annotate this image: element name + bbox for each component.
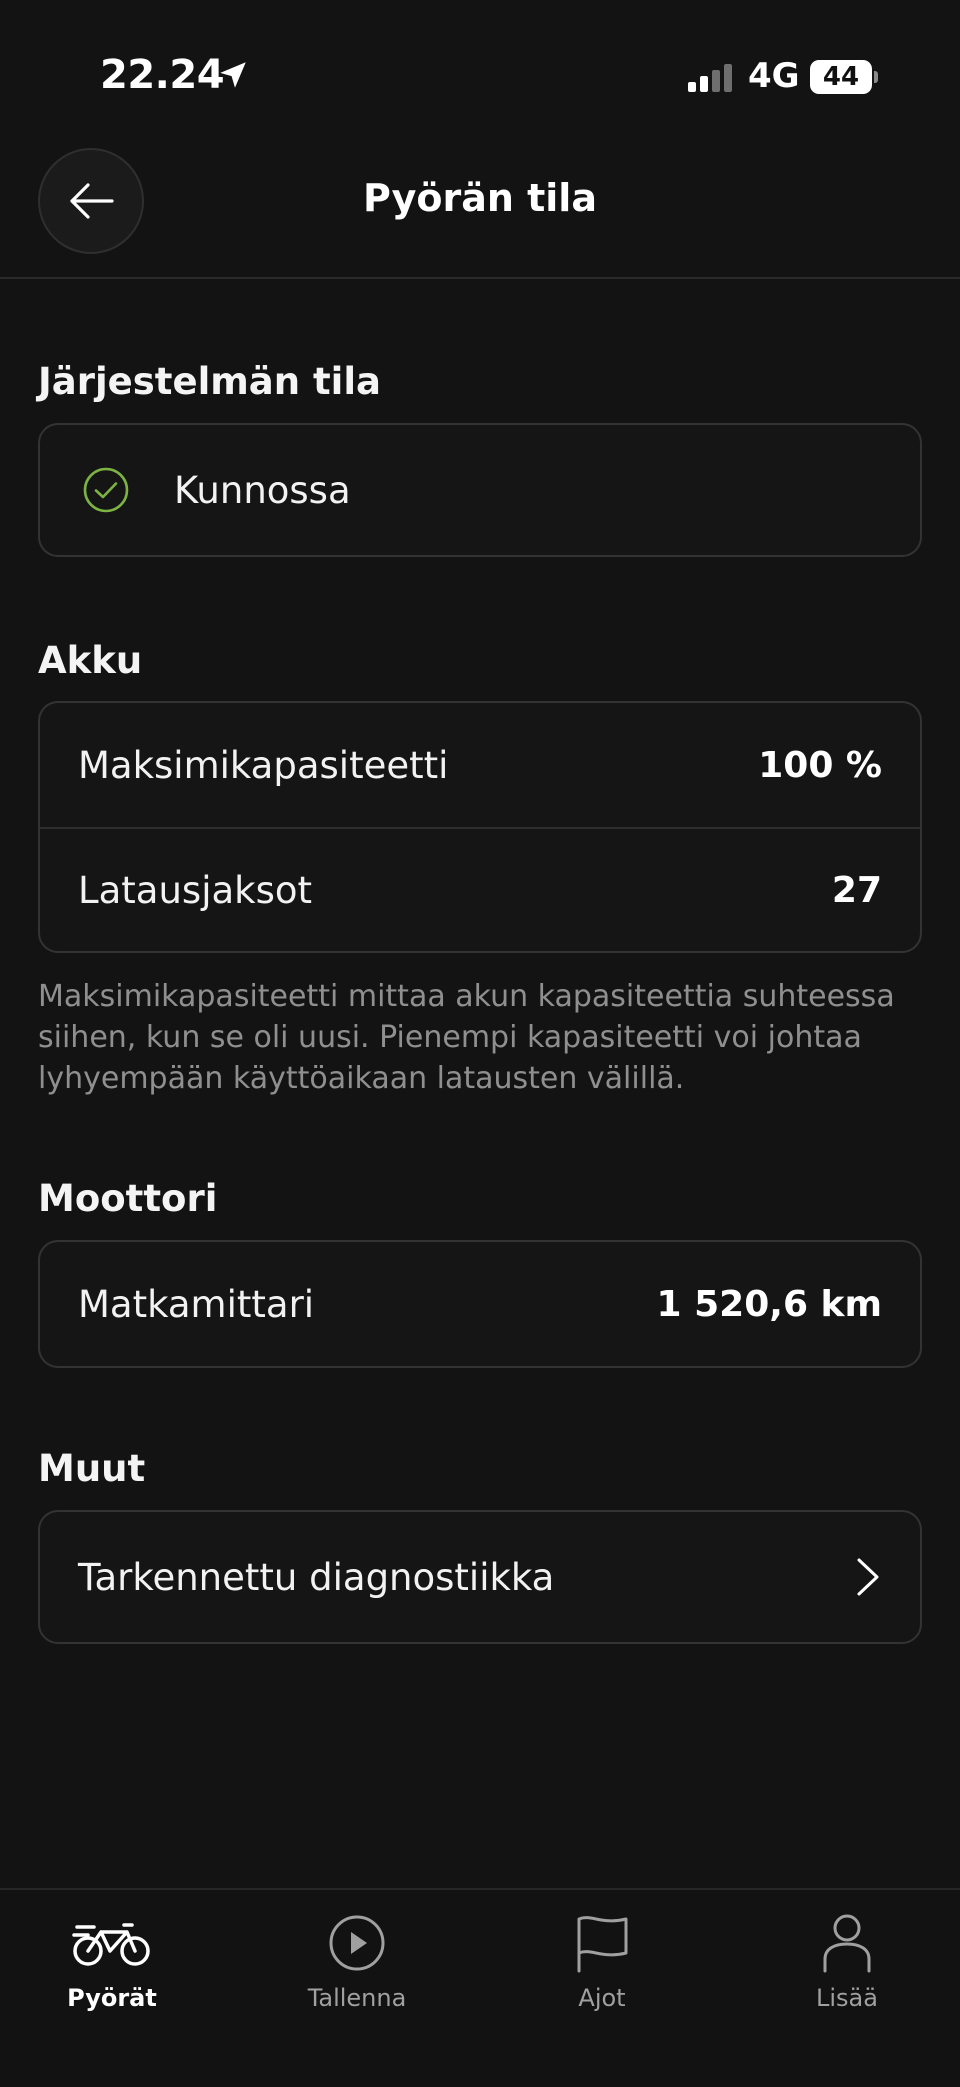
bike-status-screen: 22.24 4G 44 Pyörän tila Järjestelmän til… <box>0 0 960 2087</box>
header-divider <box>0 277 960 279</box>
system-status-text: Kunnossa <box>174 468 351 512</box>
tab-bikes-label: Pyörät <box>67 1984 157 2012</box>
odometer-row: Matkamittari 1 520,6 km <box>40 1242 920 1366</box>
person-icon <box>822 1910 872 1976</box>
odometer-value: 1 520,6 km <box>656 1283 882 1325</box>
chevron-right-icon <box>857 1558 879 1596</box>
tab-more[interactable]: Lisää <box>747 1910 947 2020</box>
location-arrow-icon <box>220 62 246 88</box>
status-time: 22.24 <box>100 52 225 98</box>
motor-card: Matkamittari 1 520,6 km <box>38 1240 922 1368</box>
battery-indicator: 44 <box>810 60 872 94</box>
tab-rides-label: Ajot <box>578 1984 626 2012</box>
system-status-row: Kunnossa <box>40 425 920 555</box>
status-bar: 22.24 4G 44 <box>0 0 960 150</box>
tab-record[interactable]: Tallenna <box>257 1910 457 2020</box>
battery-tip <box>874 71 878 83</box>
battery-section-title: Akku <box>38 639 143 682</box>
bike-icon <box>72 1910 152 1976</box>
flag-icon <box>574 1910 630 1976</box>
charge-cycles-label: Latausjaksot <box>78 868 312 912</box>
motor-section-title: Moottori <box>38 1177 218 1220</box>
other-section-title: Muut <box>38 1447 146 1490</box>
cellular-signal-icon <box>688 64 732 92</box>
advanced-diagnostics-row[interactable]: Tarkennettu diagnostiikka <box>40 1512 920 1642</box>
odometer-label: Matkamittari <box>78 1282 315 1326</box>
other-card: Tarkennettu diagnostiikka <box>38 1510 922 1644</box>
play-circle-icon <box>328 1910 386 1976</box>
tab-bikes[interactable]: Pyörät <box>12 1910 212 2020</box>
charge-cycles-value: 27 <box>831 869 882 911</box>
tab-record-label: Tallenna <box>307 1984 407 2012</box>
battery-card: Maksimikapasiteetti 100 % Latausjaksot 2… <box>38 701 922 953</box>
page-title: Pyörän tila <box>363 176 597 220</box>
bottom-tab-bar: Pyörät Tallenna Ajot Lisää <box>0 1888 960 2087</box>
system-section-title: Järjestelmän tila <box>38 360 382 403</box>
battery-level: 44 <box>822 62 860 92</box>
charge-cycles-row: Latausjaksot 27 <box>40 827 920 951</box>
system-status-card: Kunnossa <box>38 423 922 557</box>
network-type: 4G <box>748 56 800 96</box>
max-capacity-label: Maksimikapasiteetti <box>78 743 449 787</box>
advanced-diagnostics-label: Tarkennettu diagnostiikka <box>78 1555 555 1599</box>
tab-more-label: Lisää <box>816 1984 878 2012</box>
check-circle-icon <box>83 467 129 513</box>
battery-capacity-note: Maksimikapasiteetti mittaa akun kapasite… <box>38 979 895 1096</box>
max-capacity-row: Maksimikapasiteetti 100 % <box>40 703 920 827</box>
max-capacity-value: 100 % <box>758 744 882 786</box>
tab-rides[interactable]: Ajot <box>502 1910 702 2020</box>
